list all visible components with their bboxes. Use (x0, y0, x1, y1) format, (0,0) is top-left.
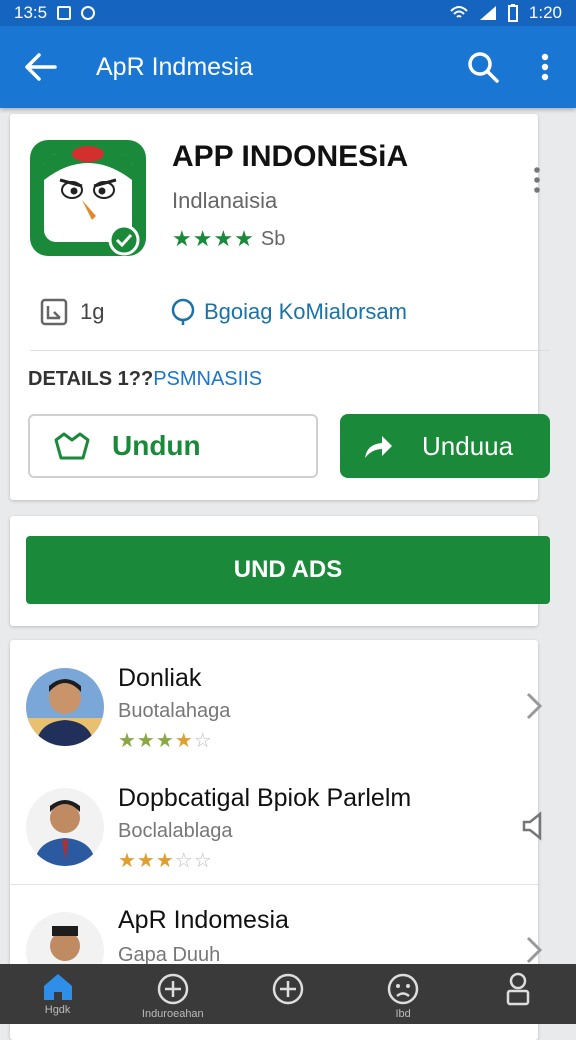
search-button[interactable] (452, 26, 514, 108)
plus-circle-icon (157, 973, 189, 1005)
list-item-name: Dopbcatigal Bpiok Parlelm (118, 784, 412, 812)
nav-add-2[interactable] (248, 964, 328, 1024)
app-card-menu-button[interactable] (522, 158, 552, 202)
app-bar-title: ApR Indmesia (96, 52, 254, 81)
list-item-name: ApR Indomesia (118, 906, 289, 934)
chevron-right-icon (526, 692, 543, 720)
app-bar: ApR Indmesia (0, 26, 576, 108)
und-ads-button[interactable]: UND ADS (26, 536, 550, 604)
avatar (26, 668, 104, 746)
wifi-icon (450, 6, 468, 18)
avatar (26, 788, 104, 866)
primary-action-card: UND ADS (10, 516, 550, 626)
more-options-button[interactable] (514, 26, 576, 108)
chat-notification-icon (81, 6, 96, 20)
nav-feedback[interactable]: Ibd (363, 964, 443, 1024)
divider (30, 350, 550, 351)
list-item-subtitle: Boclalablaga (118, 820, 233, 842)
nav-home[interactable]: Hgdk (18, 964, 98, 1024)
sad-face-icon (387, 973, 419, 1005)
share-arrow-icon (365, 436, 392, 458)
location-icon (171, 298, 195, 325)
app-link[interactable]: Bgoiag KoMialorsam (170, 298, 407, 326)
signal-icon (479, 6, 496, 20)
list-item-name: Donliak (118, 664, 202, 692)
more-vert-icon (541, 53, 549, 81)
app-meta-row: 1g Bgoiag KoMialorsam (40, 290, 540, 334)
list-item-rating: ★★★☆☆ (118, 850, 213, 872)
status-time-right: 1:20 (528, 3, 562, 22)
nav-home-label: Hgdk (44, 1004, 71, 1016)
status-time-left: 13:5 (14, 3, 48, 22)
crown-icon (54, 432, 90, 460)
list-item[interactable]: Donliak Buotalahaga ★★★★☆ (10, 640, 543, 760)
nav-feedback-label: Ibd (395, 1008, 411, 1020)
undun-button-label: Undun (112, 430, 201, 461)
nav-add-1[interactable]: Induroeahan (133, 964, 213, 1024)
image-notification-icon (57, 6, 72, 20)
details-label: DETAILS 1?? (28, 368, 154, 390)
details-link[interactable]: PSMNASIIS (153, 368, 262, 390)
details-row: DETAILS 1??PSMNASIIS (28, 368, 262, 391)
profile-icon (507, 972, 530, 1006)
rating-text: Sb (260, 227, 286, 250)
speaker-icon (522, 811, 542, 841)
nav-profile[interactable] (478, 964, 558, 1024)
app-developer: Indlanaisia (172, 188, 278, 213)
size-icon (40, 298, 68, 326)
unduua-button[interactable]: Unduua (340, 414, 550, 478)
status-bar: 13:5 1:20 (0, 0, 576, 26)
arrow-back-icon (25, 53, 57, 81)
app-logo-icon (30, 140, 146, 256)
list-item[interactable]: Dopbcatigal Bpiok Parlelm Boclalablaga ★… (10, 760, 542, 880)
undun-button[interactable]: Undun (28, 414, 318, 478)
rating-stars: ★★★★ (172, 226, 255, 251)
und-ads-label: UND ADS (233, 556, 343, 583)
battery-icon (507, 4, 518, 22)
more-vert-icon (534, 167, 540, 193)
app-detail-card: APP INDONESiA Indlanaisia ★★★★ Sb 1g Bgo… (10, 114, 550, 500)
back-button[interactable] (0, 26, 80, 108)
app-size: 1g (80, 299, 105, 324)
unduua-button-label: Unduua (422, 430, 514, 461)
search-icon (468, 52, 499, 83)
app-title: APP INDONESiA (172, 140, 409, 173)
chevron-right-icon (526, 936, 543, 964)
list-item-subtitle: Buotalahaga (118, 700, 231, 722)
bottom-navigation: Hgdk Induroeahan Ibd (0, 964, 576, 1024)
nav-add-1-label: Induroeahan (141, 1008, 204, 1020)
home-icon (43, 974, 72, 1000)
list-item-rating: ★★★★☆ (118, 730, 213, 752)
plus-circle-icon (272, 973, 304, 1005)
app-link-text: Bgoiag KoMialorsam (204, 299, 407, 324)
app-rating: ★★★★ Sb (172, 226, 285, 252)
